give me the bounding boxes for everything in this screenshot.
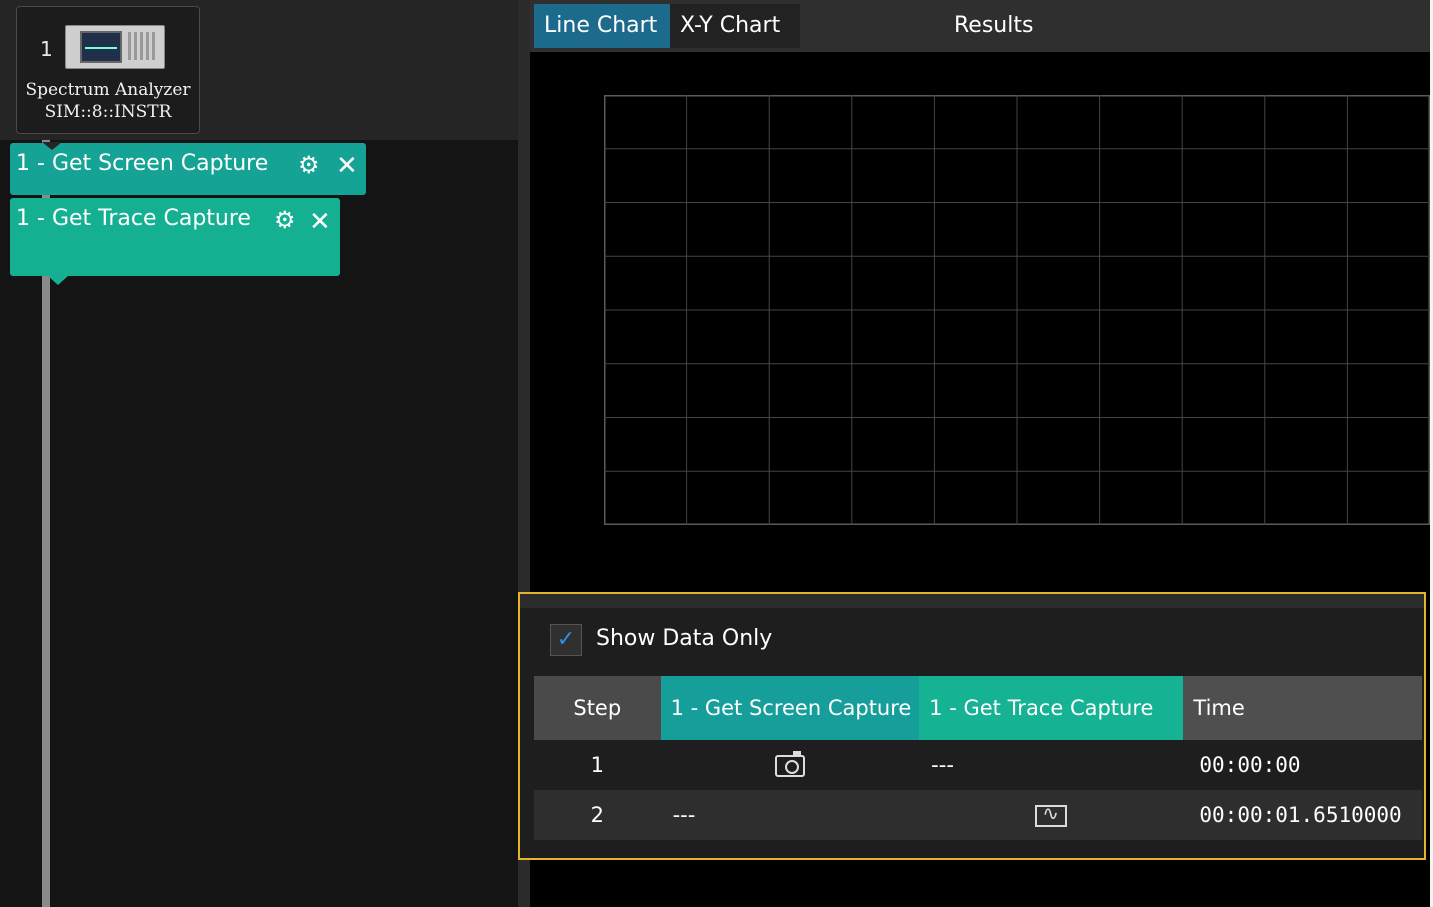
close-icon[interactable]: ✕ [336, 151, 358, 181]
spectrum-analyzer-image [65, 25, 165, 69]
show-data-only-checkbox[interactable]: ✓ [550, 624, 582, 656]
results-table-panel: ✓ Show Data Only Step 1 - Get Screen Cap… [518, 592, 1426, 860]
line-chart [530, 52, 1430, 592]
cell-trace-capture: --- [919, 740, 1184, 790]
gear-icon[interactable]: ⚙ [298, 151, 320, 179]
flow-editor-pane: 1 Spectrum Analyzer SIM::8::INSTR 1 - Ge… [0, 0, 528, 907]
step-get-trace-capture[interactable]: 1 - Get Trace Capture ⚙ ✕ [10, 198, 340, 285]
instrument-area: 1 Spectrum Analyzer SIM::8::INSTR [0, 0, 528, 140]
show-data-only-label: Show Data Only [596, 626, 773, 651]
instrument-name: Spectrum Analyzer [25, 80, 191, 100]
camera-icon[interactable] [774, 751, 805, 777]
table-header-row: Step 1 - Get Screen Capture 1 - Get Trac… [534, 676, 1422, 740]
instrument-card[interactable]: 1 Spectrum Analyzer SIM::8::INSTR [16, 6, 200, 134]
cell-step: 1 [534, 740, 661, 790]
cell-trace-capture[interactable] [919, 790, 1184, 840]
table-row[interactable]: 1 --- 00:00:00 [534, 740, 1422, 790]
cell-screen-capture: --- [660, 790, 920, 840]
column-header-time[interactable]: Time [1183, 676, 1422, 740]
tab-xy-chart[interactable]: X-Y Chart [670, 4, 800, 48]
column-header-screen-capture[interactable]: 1 - Get Screen Capture [660, 676, 920, 740]
tab-line-chart[interactable]: Line Chart [534, 4, 672, 48]
step-label: Get Trace Capture [51, 206, 251, 231]
step-number: 1 - [16, 206, 45, 231]
cell-step: 2 [534, 790, 661, 840]
cell-time: 00:00:00 [1183, 740, 1422, 790]
tab-bar: Line Chart X-Y Chart Results [530, 0, 1430, 52]
panel-title: Results [954, 13, 1034, 38]
close-icon[interactable]: ✕ [309, 207, 331, 237]
results-pane: Line Chart X-Y Chart Results ✓ Show Data… [518, 0, 1430, 907]
instrument-address: SIM::8::INSTR [44, 102, 172, 122]
instrument-index: 1 [40, 37, 53, 61]
step-label: Get Screen Capture [51, 151, 269, 176]
table-row[interactable]: 2 --- 00:00:01.6510000 [534, 790, 1422, 840]
step-notch [48, 276, 68, 285]
instrument-label: Spectrum Analyzer SIM::8::INSTR [17, 79, 199, 123]
step-get-screen-capture[interactable]: 1 - Get Screen Capture ⚙ ✕ [10, 142, 366, 195]
cell-time: 00:00:01.6510000 [1183, 790, 1422, 840]
gear-icon[interactable]: ⚙ [274, 206, 296, 234]
trace-icon[interactable] [1035, 801, 1068, 827]
results-table: Step 1 - Get Screen Capture 1 - Get Trac… [534, 676, 1422, 840]
column-header-step[interactable]: Step [534, 676, 661, 740]
step-number: 1 - [16, 151, 45, 176]
chart-plot-area [604, 95, 1430, 525]
cell-screen-capture[interactable] [660, 740, 920, 790]
step-notch [42, 142, 62, 150]
column-header-trace-capture[interactable]: 1 - Get Trace Capture [919, 676, 1184, 740]
